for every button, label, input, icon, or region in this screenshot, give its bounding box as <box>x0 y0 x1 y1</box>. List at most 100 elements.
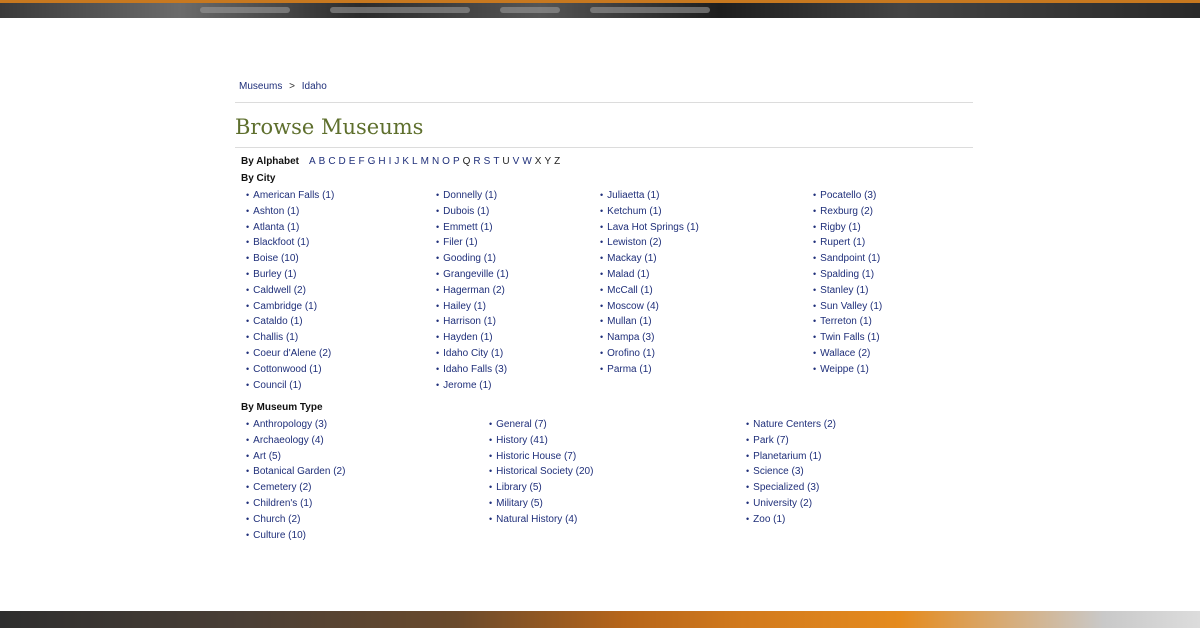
city-link[interactable]: Terreton (1) <box>820 316 872 327</box>
city-link[interactable]: Dubois (1) <box>443 206 489 217</box>
city-link[interactable]: Blackfoot (1) <box>253 237 309 248</box>
city-link[interactable]: Hailey (1) <box>443 301 486 312</box>
alphabet-letter-b[interactable]: B <box>319 156 326 167</box>
city-list-item[interactable]: • Caldwell (2) <box>246 283 334 299</box>
alphabet-letter-e[interactable]: E <box>349 156 356 167</box>
city-list-item[interactable]: • Rigby (1) <box>813 220 882 236</box>
city-list-item[interactable]: • Idaho City (1) <box>436 346 509 362</box>
city-list-item[interactable]: • Ketchum (1) <box>600 204 699 220</box>
museum-type-list-item[interactable]: • University (2) <box>746 496 836 512</box>
city-link[interactable]: Rexburg (2) <box>820 206 873 217</box>
city-list-item[interactable]: • Emmett (1) <box>436 220 509 236</box>
city-list-item[interactable]: • Jerome (1) <box>436 378 509 394</box>
city-list-item[interactable]: • Sandpoint (1) <box>813 251 882 267</box>
city-link[interactable]: Ketchum (1) <box>607 206 661 217</box>
city-list-item[interactable]: • Pocatello (3) <box>813 188 882 204</box>
museum-type-list-item[interactable]: • Anthropology (3) <box>246 417 345 433</box>
alphabet-letter-w[interactable]: W <box>522 156 531 167</box>
alphabet-letter-v[interactable]: V <box>513 156 520 167</box>
city-link[interactable]: Donnelly (1) <box>443 190 497 201</box>
museum-type-link[interactable]: Zoo (1) <box>753 514 785 525</box>
city-link[interactable]: Nampa (3) <box>607 332 654 343</box>
city-list-item[interactable]: • Parma (1) <box>600 362 699 378</box>
alphabet-letter-u[interactable]: U <box>502 156 509 167</box>
city-link[interactable]: Hayden (1) <box>443 332 492 343</box>
museum-type-list-item[interactable]: • Historical Society (20) <box>489 464 593 480</box>
city-list-item[interactable]: • Council (1) <box>246 378 334 394</box>
city-list-item[interactable]: • Terreton (1) <box>813 314 882 330</box>
city-list-item[interactable]: • Gooding (1) <box>436 251 509 267</box>
museum-type-list-item[interactable]: • General (7) <box>489 417 593 433</box>
city-link[interactable]: Coeur d'Alene (2) <box>253 348 331 359</box>
city-link[interactable]: Grangeville (1) <box>443 269 509 280</box>
alphabet-letter-g[interactable]: G <box>368 156 376 167</box>
city-link[interactable]: Idaho City (1) <box>443 348 503 359</box>
city-list-item[interactable]: • Orofino (1) <box>600 346 699 362</box>
city-list-item[interactable]: • Weippe (1) <box>813 362 882 378</box>
city-link[interactable]: Twin Falls (1) <box>820 332 879 343</box>
city-list-item[interactable]: • Cataldo (1) <box>246 314 334 330</box>
city-list-item[interactable]: • Cambridge (1) <box>246 299 334 315</box>
museum-type-link[interactable]: Church (2) <box>253 514 300 525</box>
city-list-item[interactable]: • Mullan (1) <box>600 314 699 330</box>
city-list-item[interactable]: • Harrison (1) <box>436 314 509 330</box>
museum-type-link[interactable]: Historical Society (20) <box>496 466 593 477</box>
alphabet-letter-q[interactable]: Q <box>463 156 471 167</box>
museum-type-link[interactable]: Archaeology (4) <box>253 435 324 446</box>
alphabet-letter-m[interactable]: M <box>421 156 429 167</box>
city-link[interactable]: Mackay (1) <box>607 253 656 264</box>
alphabet-letter-l[interactable]: L <box>412 156 418 167</box>
city-list-item[interactable]: • Lava Hot Springs (1) <box>600 220 699 236</box>
alphabet-letter-k[interactable]: K <box>402 156 409 167</box>
city-list-item[interactable]: • Rupert (1) <box>813 235 882 251</box>
alphabet-letter-x[interactable]: X <box>535 156 542 167</box>
city-link[interactable]: Rigby (1) <box>820 222 861 233</box>
city-list-item[interactable]: • Ashton (1) <box>246 204 334 220</box>
alphabet-letter-i[interactable]: I <box>389 156 392 167</box>
city-link[interactable]: Harrison (1) <box>443 316 496 327</box>
museum-type-link[interactable]: Children's (1) <box>253 498 312 509</box>
city-link[interactable]: Council (1) <box>253 380 301 391</box>
city-link[interactable]: Parma (1) <box>607 364 651 375</box>
city-list-item[interactable]: • Twin Falls (1) <box>813 330 882 346</box>
city-link[interactable]: Atlanta (1) <box>253 222 299 233</box>
city-link[interactable]: Hagerman (2) <box>443 285 505 296</box>
city-link[interactable]: Jerome (1) <box>443 380 491 391</box>
city-list-item[interactable]: • Idaho Falls (3) <box>436 362 509 378</box>
alphabet-letter-y[interactable]: Y <box>544 156 551 167</box>
city-link[interactable]: Pocatello (3) <box>820 190 876 201</box>
city-link[interactable]: American Falls (1) <box>253 190 334 201</box>
museum-type-link[interactable]: Military (5) <box>496 498 543 509</box>
museum-type-list-item[interactable]: • Art (5) <box>246 449 345 465</box>
museum-type-link[interactable]: Natural History (4) <box>496 514 577 525</box>
city-list-item[interactable]: • Spalding (1) <box>813 267 882 283</box>
city-link[interactable]: Boise (10) <box>253 253 299 264</box>
museum-type-link[interactable]: Botanical Garden (2) <box>253 466 345 477</box>
museum-type-link[interactable]: Art (5) <box>253 451 281 462</box>
city-link[interactable]: Spalding (1) <box>820 269 874 280</box>
city-link[interactable]: Lava Hot Springs (1) <box>607 222 699 233</box>
museum-type-link[interactable]: Culture (10) <box>253 530 306 541</box>
city-list-item[interactable]: • Donnelly (1) <box>436 188 509 204</box>
city-link[interactable]: Cottonwood (1) <box>253 364 321 375</box>
museum-type-link[interactable]: Library (5) <box>496 482 542 493</box>
museum-type-link[interactable]: University (2) <box>753 498 812 509</box>
museum-type-list-item[interactable]: • Natural History (4) <box>489 512 593 528</box>
city-list-item[interactable]: • Hagerman (2) <box>436 283 509 299</box>
city-link[interactable]: Lewiston (2) <box>607 237 661 248</box>
city-link[interactable]: Stanley (1) <box>820 285 868 296</box>
city-list-item[interactable]: • Filer (1) <box>436 235 509 251</box>
museum-type-link[interactable]: Park (7) <box>753 435 789 446</box>
city-list-item[interactable]: • Grangeville (1) <box>436 267 509 283</box>
city-list-item[interactable]: • Boise (10) <box>246 251 334 267</box>
museum-type-link[interactable]: Anthropology (3) <box>253 419 327 430</box>
alphabet-letter-z[interactable]: Z <box>554 156 560 167</box>
breadcrumb-idaho-link[interactable]: Idaho <box>302 81 327 92</box>
city-list-item[interactable]: • Rexburg (2) <box>813 204 882 220</box>
museum-type-list-item[interactable]: • Nature Centers (2) <box>746 417 836 433</box>
city-list-item[interactable]: • Malad (1) <box>600 267 699 283</box>
city-link[interactable]: Cataldo (1) <box>253 316 302 327</box>
museum-type-list-item[interactable]: • Park (7) <box>746 433 836 449</box>
city-list-item[interactable]: • Hayden (1) <box>436 330 509 346</box>
museum-type-list-item[interactable]: • Library (5) <box>489 480 593 496</box>
